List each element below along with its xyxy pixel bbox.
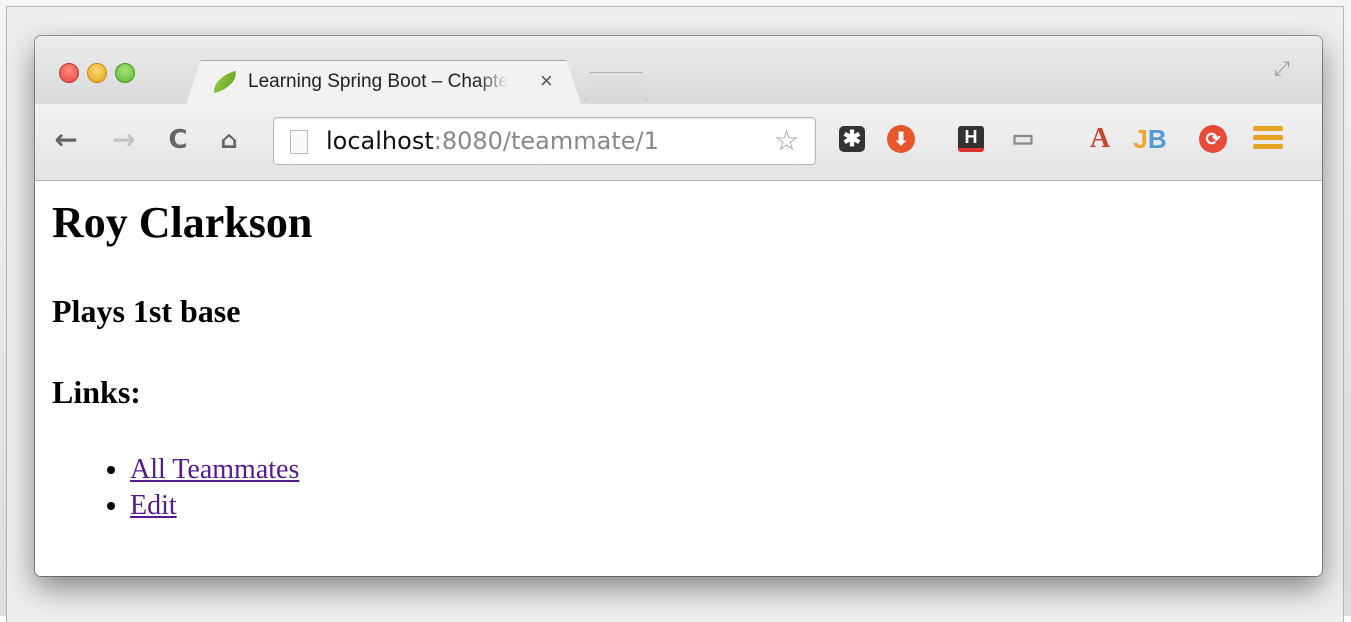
jb-j-letter: J — [1133, 124, 1148, 154]
tab-active-content: Learning Spring Boot – Chapter × — [200, 62, 570, 104]
reload-button[interactable]: C — [162, 124, 194, 156]
menu-icon[interactable] — [1253, 126, 1283, 152]
links-list: All Teammates Edit — [93, 452, 299, 524]
links-heading: Links: — [52, 374, 141, 410]
url-text[interactable]: localhost:8080/teammate/1 — [326, 127, 659, 155]
bookmark-star-icon[interactable]: ☆ — [774, 124, 799, 157]
minimize-window-button[interactable] — [87, 63, 107, 83]
home-button[interactable]: ⌂ — [213, 124, 245, 156]
cast-icon[interactable]: ▭ — [1008, 124, 1038, 154]
jb-b-letter: B — [1147, 124, 1167, 154]
h-extension-icon[interactable]: H — [958, 126, 984, 152]
tab-title: Learning Spring Boot – Chapter — [248, 71, 508, 92]
browser-window: Learning Spring Boot – Chapter × ⤢ ← → C… — [35, 36, 1322, 576]
tab-close-icon[interactable]: × — [540, 68, 553, 94]
page-content: Roy Clarkson Plays 1st base Links: All T… — [35, 181, 1322, 576]
toolbar: ← → C ⌂ localhost:8080/teammate/1 ☆ ✱ ⬇ … — [35, 104, 1322, 181]
zoom-window-button[interactable] — [115, 63, 135, 83]
refresh-extension-icon[interactable]: ⟳ — [1199, 125, 1227, 153]
all-teammates-link[interactable]: All Teammates — [130, 454, 299, 485]
acrobat-extension-icon[interactable]: A — [1085, 124, 1115, 154]
edit-link[interactable]: Edit — [130, 490, 177, 521]
asterisk-extension-icon[interactable]: ✱ — [839, 126, 865, 152]
page-icon — [290, 130, 308, 154]
list-item: All Teammates — [130, 452, 299, 488]
back-button[interactable]: ← — [50, 124, 82, 156]
teammate-position: Plays 1st base — [52, 293, 241, 329]
list-item: Edit — [130, 488, 299, 524]
tab-strip: Learning Spring Boot – Chapter × ⤢ — [35, 36, 1322, 104]
fullscreen-icon[interactable]: ⤢ — [1268, 58, 1296, 86]
forward-button[interactable]: → — [108, 124, 140, 156]
close-window-button[interactable] — [59, 63, 79, 83]
new-tab-button[interactable] — [585, 72, 647, 101]
download-extension-icon[interactable]: ⬇ — [887, 125, 915, 153]
teammate-name-heading: Roy Clarkson — [52, 198, 313, 247]
url-host: localhost — [326, 127, 434, 155]
spring-leaf-icon — [210, 70, 240, 94]
address-bar[interactable]: localhost:8080/teammate/1 ☆ — [273, 117, 816, 165]
jb-extension-icon[interactable]: JB — [1130, 124, 1170, 154]
url-path: :8080/teammate/1 — [433, 127, 659, 155]
